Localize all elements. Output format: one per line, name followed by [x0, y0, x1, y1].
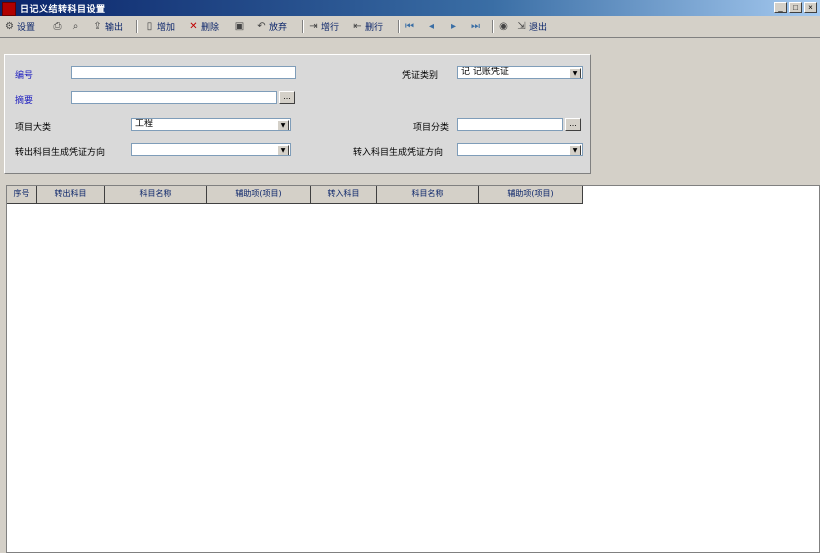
- maximize-button[interactable]: □: [789, 2, 802, 13]
- add-row-label: 增行: [321, 23, 340, 33]
- help-button[interactable]: ◉: [498, 19, 509, 34]
- column-header-in-account[interactable]: 转入科目: [311, 186, 377, 203]
- exit-button[interactable]: ⇲ 退出: [516, 19, 547, 34]
- print-button[interactable]: ⎙: [52, 19, 63, 34]
- title-bar: 日记义结转科目设置 _ □ ×: [0, 0, 820, 16]
- chevron-down-icon[interactable]: ▼: [277, 120, 289, 130]
- column-header-aux-project[interactable]: 辅助项(项目): [207, 186, 311, 203]
- out-direction-select[interactable]: ▼: [131, 143, 291, 156]
- print-preview-button[interactable]: ⌕: [70, 19, 81, 34]
- first-record-button[interactable]: ⏮: [404, 19, 415, 34]
- out-direction-label: 转出科目生成凭证方向: [15, 148, 106, 158]
- delete-row-icon: ⇤: [353, 21, 362, 32]
- toolbar-separator: [492, 20, 494, 33]
- project-category-label: 项目大类: [15, 123, 52, 133]
- undo-label: 放弃: [269, 23, 288, 33]
- chevron-down-icon[interactable]: ▼: [277, 145, 289, 155]
- project-class-browse-button[interactable]: ...: [565, 118, 581, 131]
- new-document-icon: ▯: [146, 21, 153, 32]
- last-record-button[interactable]: ⏭: [470, 19, 481, 34]
- next-record-icon: ▸: [450, 21, 457, 32]
- exit-icon: ⇲: [517, 21, 526, 32]
- minimize-button[interactable]: _: [774, 2, 787, 13]
- first-record-icon: ⏮: [405, 21, 414, 32]
- undo-icon: ↶: [257, 21, 266, 32]
- app-icon: [2, 2, 16, 16]
- insert-row-icon: ⇥: [309, 21, 318, 32]
- voucher-settings-form: 编号 摘要 ... 项目大类 工程 ▼ 转出科目生成凭证方向 ▼ 凭证类别 记 …: [4, 54, 591, 174]
- column-header-in-aux-project[interactable]: 辅助项(项目): [479, 186, 583, 203]
- project-category-value: 工程: [135, 119, 154, 129]
- save-button[interactable]: ▣: [234, 19, 245, 34]
- delete-label: 删除: [201, 23, 220, 33]
- add-row-button[interactable]: ⇥ 增行: [308, 19, 339, 34]
- printer-icon: ⎙: [53, 21, 62, 32]
- column-header-in-account-name[interactable]: 科目名称: [377, 186, 479, 203]
- settings-label: 设置: [17, 23, 36, 33]
- column-header-account-name[interactable]: 科目名称: [105, 186, 207, 203]
- exit-label: 退出: [529, 23, 548, 33]
- voucher-type-select[interactable]: 记 记账凭证 ▼: [457, 66, 583, 79]
- previous-record-button[interactable]: ◂: [426, 19, 437, 34]
- close-button[interactable]: ×: [804, 2, 817, 13]
- column-header-seq[interactable]: 序号: [7, 186, 37, 203]
- export-icon: ⇪: [93, 21, 102, 32]
- magnifier-icon: ⌕: [72, 21, 79, 32]
- transfer-detail-grid[interactable]: 序号 转出科目 科目名称 辅助项(项目) 转入科目 科目名称 辅助项(项目): [6, 185, 820, 553]
- column-header-out-account[interactable]: 转出科目: [37, 186, 105, 203]
- undo-button[interactable]: ↶ 放弃: [256, 19, 287, 34]
- window-controls: _ □ ×: [774, 2, 817, 13]
- project-category-select[interactable]: 工程 ▼: [131, 118, 291, 131]
- delete-icon: ✕: [189, 21, 198, 32]
- output-label: 输出: [105, 23, 124, 33]
- in-direction-label: 转入科目生成凭证方向: [353, 148, 444, 158]
- voucher-type-value: 记 记账凭证: [461, 67, 509, 77]
- project-class-label: 项目分类: [413, 123, 450, 133]
- chevron-down-icon[interactable]: ▼: [569, 145, 581, 155]
- delete-row-button[interactable]: ⇤ 删行: [352, 19, 383, 34]
- chevron-down-icon[interactable]: ▼: [569, 68, 581, 78]
- add-button[interactable]: ▯ 增加: [144, 19, 175, 34]
- toolbar-separator: [302, 20, 304, 33]
- voucher-type-label: 凭证类别: [402, 71, 439, 81]
- delete-row-label: 删行: [365, 23, 384, 33]
- window-title: 日记义结转科目设置: [20, 5, 106, 15]
- code-input[interactable]: [71, 66, 296, 79]
- in-direction-select[interactable]: ▼: [457, 143, 583, 156]
- summary-browse-button[interactable]: ...: [279, 91, 295, 104]
- grid-header: 序号 转出科目 科目名称 辅助项(项目) 转入科目 科目名称 辅助项(项目): [7, 186, 583, 204]
- settings-button[interactable]: ⚙ 设置: [4, 19, 35, 34]
- summary-label: 摘要: [15, 96, 34, 106]
- next-record-button[interactable]: ▸: [448, 19, 459, 34]
- toolbar-separator: [136, 20, 138, 33]
- settings-icon: ⚙: [5, 21, 14, 32]
- add-label: 增加: [157, 23, 176, 33]
- last-record-icon: ⏭: [471, 21, 480, 32]
- toolbar-separator: [398, 20, 400, 33]
- save-icon: ▣: [234, 21, 245, 32]
- toolbar: ⚙ 设置 ⎙ ⌕ ⇪ 输出 ▯ 增加 ✕ 删除 ▣ ↶ 放弃 ⇥ 增行 ⇤ 删行…: [0, 16, 820, 38]
- summary-input[interactable]: [71, 91, 277, 104]
- help-icon: ◉: [499, 21, 508, 32]
- project-class-input[interactable]: [457, 118, 563, 131]
- code-label: 编号: [15, 71, 34, 81]
- delete-button[interactable]: ✕ 删除: [188, 19, 219, 34]
- output-button[interactable]: ⇪ 输出: [92, 19, 123, 34]
- previous-record-icon: ◂: [428, 21, 435, 32]
